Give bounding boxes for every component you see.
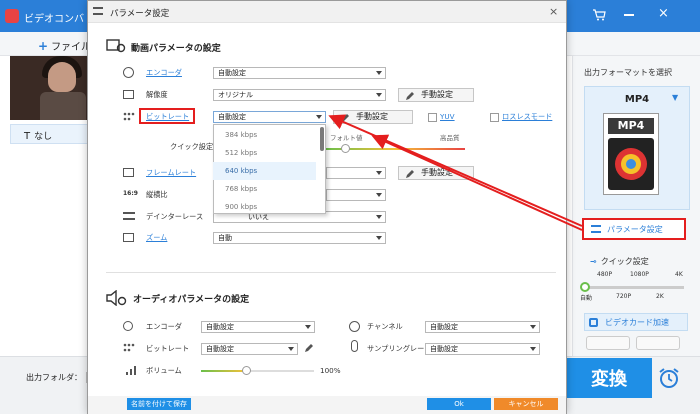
arrow-to-bitrate <box>328 114 583 227</box>
arrow-to-quick <box>371 134 583 231</box>
annotation-arrows <box>328 114 583 231</box>
